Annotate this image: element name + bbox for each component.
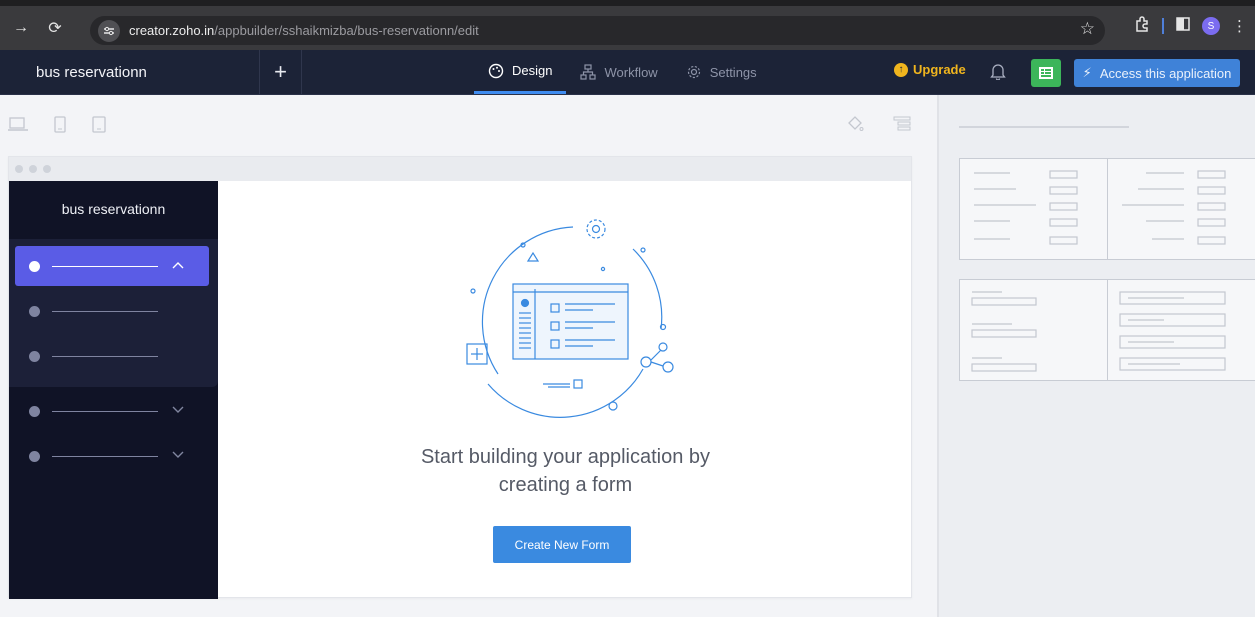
nav-dot bbox=[29, 260, 40, 272]
paint-bucket-icon[interactable] bbox=[846, 115, 864, 133]
site-settings-icon[interactable] bbox=[98, 19, 120, 42]
nav-item-placeholder[interactable] bbox=[15, 436, 209, 476]
tab-settings[interactable]: Settings bbox=[672, 50, 771, 94]
tab-design[interactable]: Design bbox=[474, 50, 567, 94]
layout-option-2[interactable] bbox=[1107, 158, 1255, 260]
bell-icon[interactable] bbox=[990, 62, 1006, 85]
nav-line bbox=[52, 410, 158, 412]
layers-icon[interactable] bbox=[893, 116, 911, 132]
preview-app-title: bus reservationn bbox=[61, 201, 166, 217]
browser-toolbar: → ⟳ creator.zoho.in/appbuilder/sshaikmiz… bbox=[0, 0, 1255, 50]
lightning-icon: ⚡ bbox=[1082, 65, 1092, 80]
nav-dot bbox=[29, 350, 40, 362]
desktop-icon[interactable] bbox=[8, 117, 28, 133]
nav-line bbox=[52, 310, 158, 312]
nav-line bbox=[52, 265, 158, 267]
layout-preview bbox=[1119, 291, 1226, 371]
layout-option-1[interactable] bbox=[959, 158, 1109, 260]
frame-titlebar bbox=[9, 157, 911, 181]
add-icon[interactable]: + bbox=[260, 50, 302, 94]
nav-dot bbox=[29, 405, 40, 417]
reload-icon[interactable]: ⟳ bbox=[42, 15, 68, 41]
frame-dot bbox=[29, 165, 37, 173]
workflow-icon bbox=[580, 64, 597, 80]
layout-preview bbox=[974, 170, 1078, 245]
form-builder-illustration bbox=[466, 219, 674, 418]
nav-dot bbox=[29, 450, 40, 462]
frame-dot bbox=[43, 165, 51, 173]
upgrade-button[interactable]: ↑ Upgrade bbox=[894, 62, 966, 77]
nav-subitem-placeholder[interactable] bbox=[15, 336, 209, 376]
empty-state: Start building your application by creat… bbox=[218, 181, 913, 599]
create-new-form-button[interactable]: Create New Form bbox=[493, 526, 631, 563]
layout-preview bbox=[971, 291, 1037, 372]
panel-title-placeholder bbox=[959, 126, 1129, 128]
layout-option-3[interactable] bbox=[959, 279, 1109, 381]
browser-menu-icon[interactable]: ⋮ bbox=[1232, 17, 1247, 35]
profile-avatar[interactable]: S bbox=[1202, 17, 1220, 35]
empty-state-headline: Start building your application by creat… bbox=[420, 446, 711, 496]
app-name[interactable]: bus reservationn bbox=[0, 50, 260, 94]
tablet-icon[interactable] bbox=[54, 116, 66, 133]
nav-line bbox=[52, 355, 158, 357]
builder-tabs: Design Workflow Settings bbox=[474, 50, 771, 94]
chevron-down-icon bbox=[172, 450, 184, 462]
access-application-button[interactable]: ⚡ Access this application bbox=[1074, 59, 1240, 87]
forward-icon[interactable]: → bbox=[8, 15, 34, 41]
url-text: creator.zoho.in/appbuilder/sshaikmizba/b… bbox=[129, 23, 479, 38]
tab-workflow[interactable]: Workflow bbox=[566, 50, 671, 94]
palette-icon bbox=[488, 63, 504, 78]
chevron-down-icon bbox=[172, 405, 184, 417]
layout-panel bbox=[937, 95, 1255, 617]
toolbar-divider bbox=[1162, 18, 1164, 34]
device-toolbar bbox=[0, 95, 935, 155]
nav-item-placeholder[interactable] bbox=[15, 391, 209, 431]
mobile-icon[interactable] bbox=[92, 116, 106, 133]
upgrade-arrow-icon: ↑ bbox=[894, 62, 908, 77]
side-panel-icon[interactable] bbox=[1176, 17, 1190, 35]
chevron-up-icon bbox=[172, 260, 184, 272]
layout-preview bbox=[1122, 170, 1226, 245]
app-header: bus reservationn + Design Workflow Setti… bbox=[0, 50, 1255, 95]
extensions-icon[interactable] bbox=[1134, 16, 1150, 36]
frame-dot bbox=[15, 165, 23, 173]
nav-dot bbox=[29, 305, 40, 317]
nav-item-placeholder-active[interactable] bbox=[15, 246, 209, 286]
nav-line bbox=[52, 455, 158, 457]
app-preview-frame: bus reservationn Start building your app… bbox=[8, 156, 913, 599]
bookmark-star-icon[interactable]: ☆ bbox=[1080, 19, 1095, 39]
gear-icon bbox=[687, 65, 700, 79]
nav-subitem-placeholder[interactable] bbox=[15, 291, 209, 331]
list-icon bbox=[1039, 67, 1053, 79]
address-bar[interactable]: creator.zoho.in/appbuilder/sshaikmizba/b… bbox=[90, 16, 1105, 45]
preview-sidebar: bus reservationn bbox=[9, 181, 218, 599]
layout-option-4[interactable] bbox=[1107, 279, 1255, 381]
app-menu-button[interactable] bbox=[1031, 59, 1061, 87]
